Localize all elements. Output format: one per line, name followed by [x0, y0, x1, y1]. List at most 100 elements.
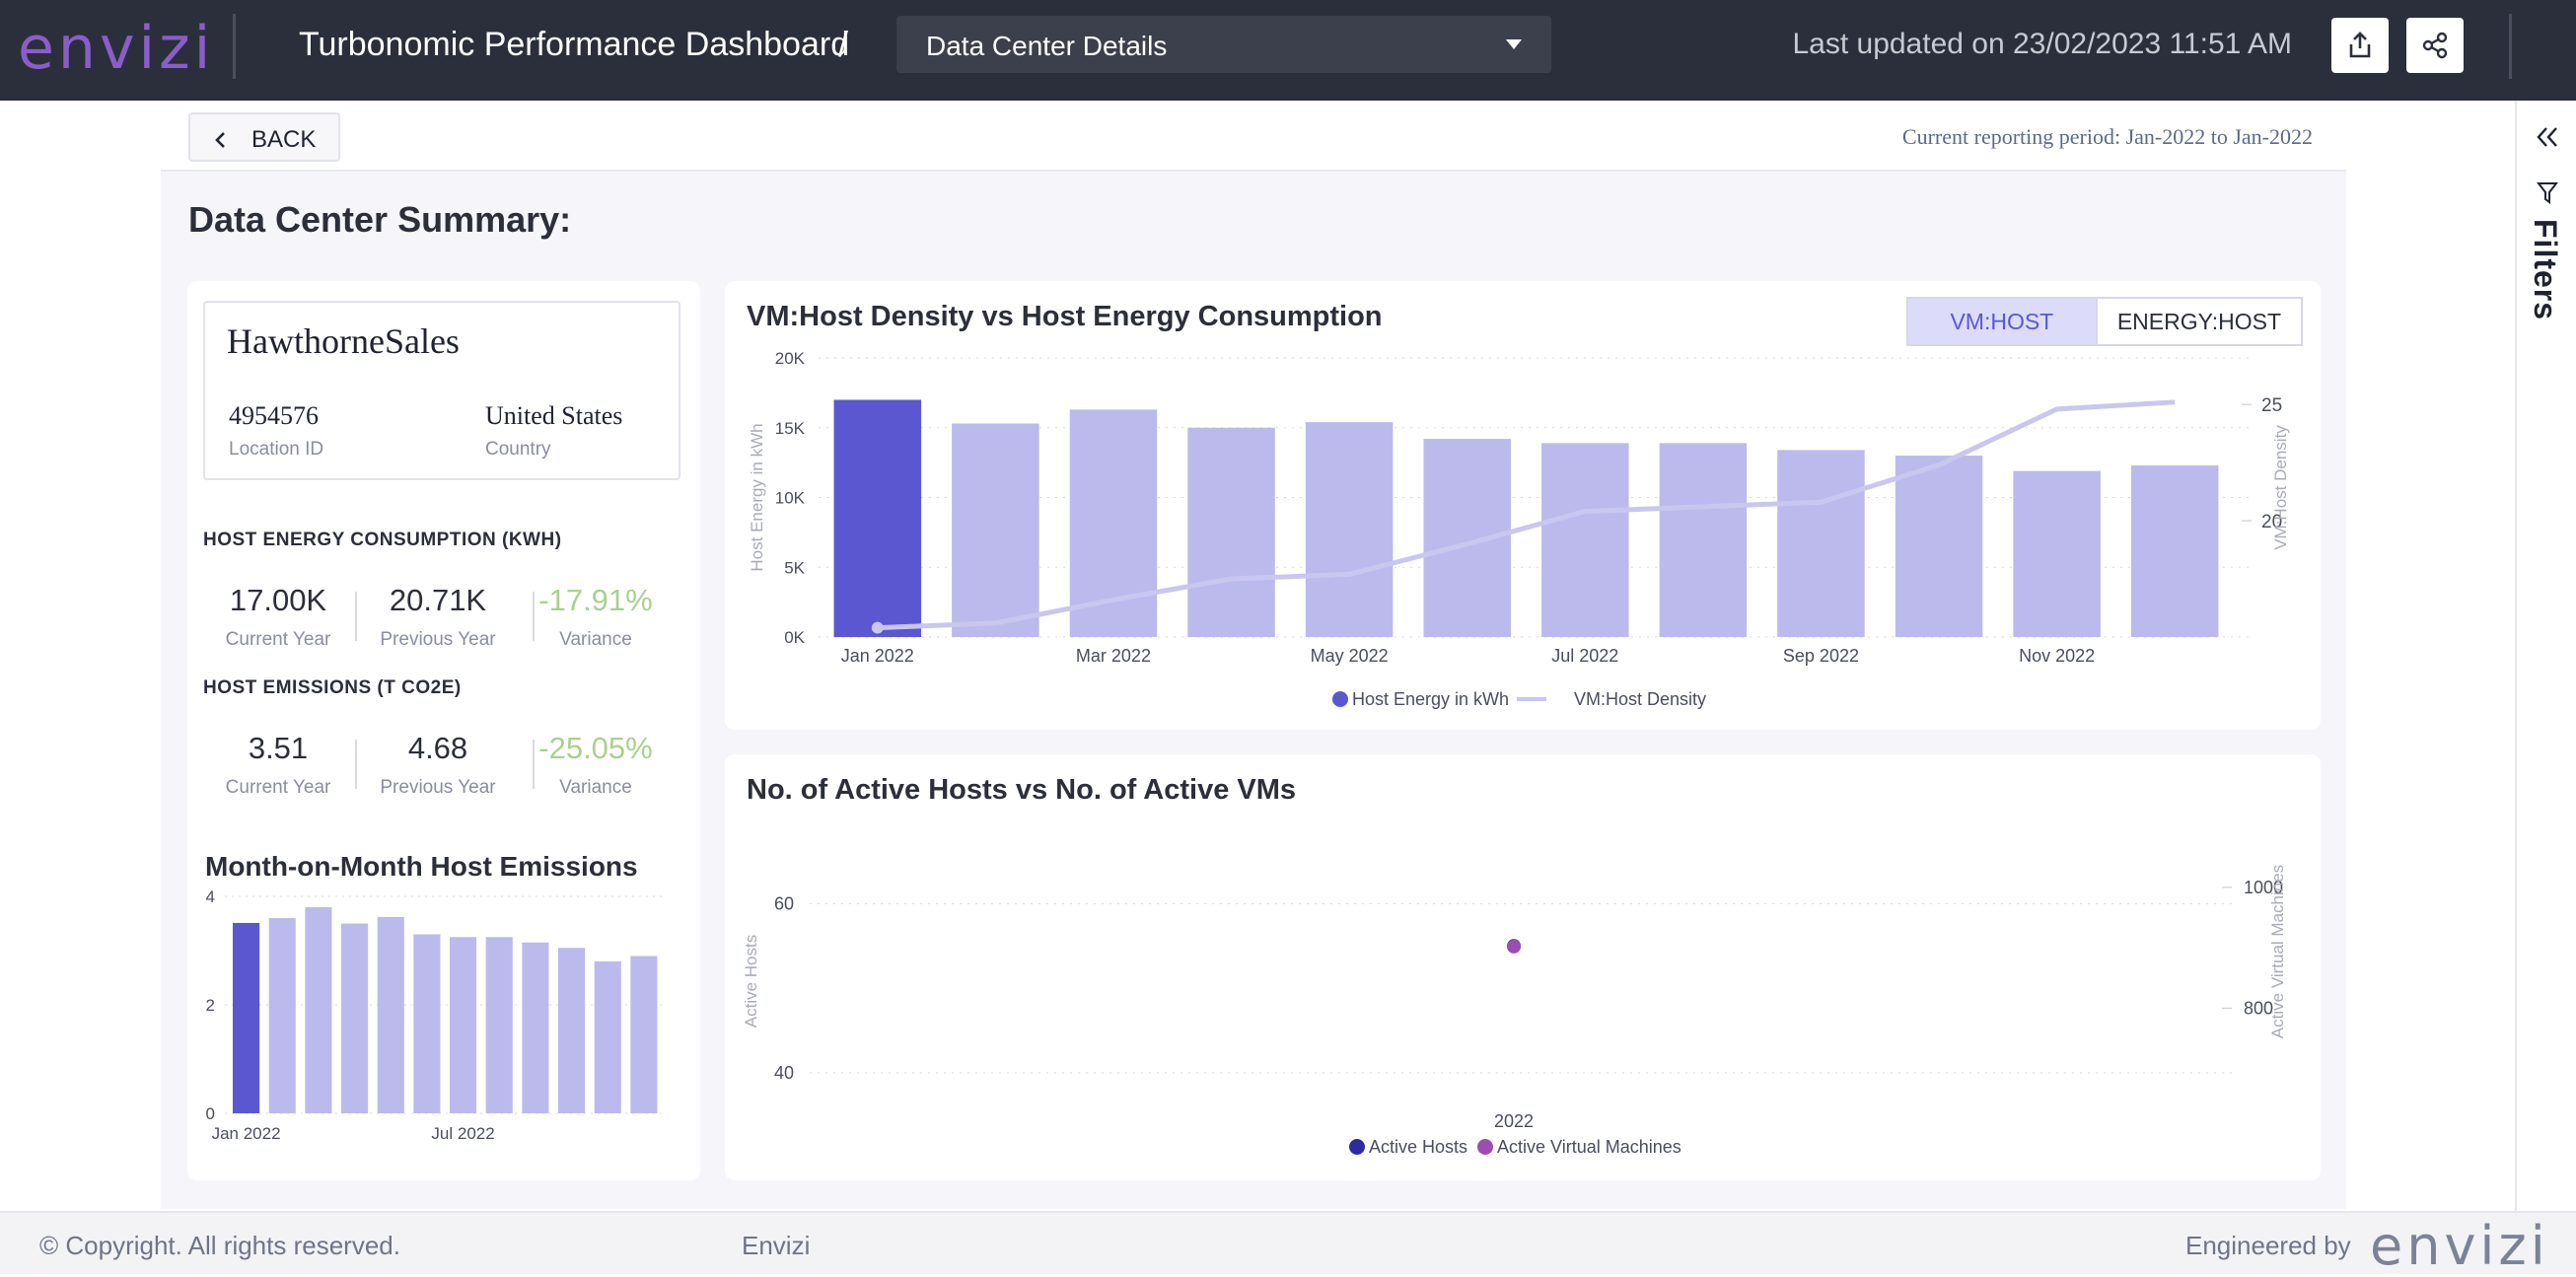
energy-bar-aug-2022 — [1659, 443, 1748, 637]
y-tick-label: 2 — [206, 996, 215, 1015]
energy-current-label: Current Year — [225, 629, 331, 650]
y-tick-label: 15K — [775, 419, 806, 438]
x-tick-label: May 2022 — [1311, 646, 1389, 666]
back-button[interactable]: BACK — [188, 112, 340, 162]
energy-bar-may-2022 — [1305, 422, 1394, 637]
bar-sep-2022 — [522, 942, 549, 1113]
app-title: Turbonomic Performance Dashboard — [299, 26, 850, 63]
x-tick-label: Jan 2022 — [841, 646, 914, 666]
copyright-text: © Copyright. All rights reserved. — [39, 1231, 400, 1260]
x-tick-label: Mar 2022 — [1076, 646, 1151, 666]
page-selector-value: Data Center Details — [926, 31, 1168, 61]
envizi-logo[interactable]: envizi — [18, 14, 214, 83]
section-title: Data Center Summary: — [188, 199, 572, 240]
back-label: BACK — [251, 126, 317, 153]
y-axis-title: Active Hosts — [742, 935, 760, 1028]
last-updated-text: Last updated on 23/02/2023 11:51 AM — [1792, 28, 2292, 60]
bar-dec-2022 — [630, 956, 658, 1113]
bar-jun-2022 — [413, 934, 441, 1113]
energy-variance-label: Variance — [559, 629, 632, 650]
page-selector-dropdown[interactable]: Data Center Details — [896, 16, 1551, 73]
density-point-selected — [871, 621, 884, 634]
x-tick-label: Jul 2022 — [1551, 646, 1618, 666]
energy-bar-oct-2022 — [1895, 456, 1983, 637]
export-button[interactable] — [2331, 18, 2389, 73]
kpi-divider — [355, 592, 357, 641]
location-id-value: 4954576 — [229, 401, 319, 430]
energy-bar-sep-2022 — [1777, 450, 1865, 637]
monthly-emissions-chart[interactable]: 0 2 4 Jan 2022 Jul 2022 — [187, 885, 700, 1180]
header-divider-right — [2509, 14, 2512, 79]
emissions-variance-value: -25.05% — [538, 731, 653, 765]
breadcrumb-separator: / — [838, 24, 849, 64]
emissions-previous-value: 4.68 — [407, 731, 468, 765]
kpi-divider — [355, 740, 357, 789]
bar-oct-2022 — [558, 948, 586, 1113]
location-id-label: Location ID — [229, 439, 324, 460]
bar-jul-2022 — [450, 937, 477, 1113]
location-name: HawthorneSales — [227, 321, 460, 361]
energy-bar-dec-2022 — [2130, 464, 2219, 637]
footer: © Copyright. All rights reserved. Envizi… — [0, 1211, 2576, 1277]
filters-label: Filters — [2528, 219, 2563, 321]
emissions-current-label: Current Year — [225, 777, 331, 798]
energy-bar-jan-2022 — [833, 399, 922, 637]
funnel-icon — [2537, 182, 2558, 204]
bar-aug-2022 — [485, 937, 513, 1113]
legend-active-hosts-swatch — [1349, 1139, 1365, 1155]
hosts-vms-chart[interactable]: 406080010002022Active Hosts Active Virtua… — [725, 754, 2321, 1180]
chevron-left-icon — [215, 132, 225, 148]
y-tick-label: 40 — [774, 1063, 794, 1083]
x-tick-label: Nov 2022 — [2019, 646, 2095, 666]
energy-bar-feb-2022 — [952, 423, 1039, 637]
legend-density-label: VM:Host Density — [1574, 689, 1706, 709]
double-chevron-left-icon[interactable] — [2535, 124, 2560, 150]
energy-previous-value: 20.71K — [389, 583, 487, 617]
y-tick-label: 0K — [784, 628, 805, 647]
emissions-current-value: 3.51 — [248, 731, 309, 765]
share-button[interactable] — [2406, 18, 2464, 73]
export-icon — [2349, 32, 2371, 58]
emissions-previous-label: Previous Year — [380, 777, 496, 798]
footer-envizi-logo: envizi — [2370, 1215, 2549, 1277]
energy-current-value: 17.00K — [229, 583, 327, 617]
bar-feb-2022 — [268, 918, 296, 1113]
energy-kpi-title: HOST ENERGY CONSUMPTION (KWH) — [203, 530, 562, 550]
bar-apr-2022 — [341, 923, 369, 1113]
x-tick-label: Jan 2022 — [212, 1124, 281, 1143]
legend-active-vms-label: Active Virtual Machines — [1497, 1137, 1682, 1157]
y-tick-label: 5K — [784, 558, 805, 577]
x-tick-label: Jul 2022 — [431, 1124, 494, 1143]
legend-active-hosts-label: Active Hosts — [1369, 1137, 1467, 1157]
y2-tick-label: 25 — [2261, 395, 2282, 416]
location-info: HawthorneSales 4954576 Location ID Unite… — [203, 301, 680, 480]
country-label: Country — [485, 439, 551, 460]
footer-brand: Envizi — [742, 1231, 811, 1260]
active-vms-point — [1507, 939, 1521, 954]
y-tick-label: 4 — [206, 887, 215, 906]
reporting-period: Current reporting period: Jan-2022 to Ja… — [1901, 124, 2313, 149]
top-bar: envizi Turbonomic Performance Dashboard … — [0, 0, 2576, 101]
energy-variance-value: -17.91% — [538, 583, 653, 617]
energy-bar-jul-2022 — [1541, 443, 1629, 637]
legend-active-vms-swatch — [1477, 1139, 1493, 1155]
header-divider — [233, 14, 236, 79]
bar-jan-2022 — [233, 922, 260, 1113]
filters-pane[interactable]: Filters — [2515, 101, 2576, 1211]
legend-host-energy-swatch — [1332, 691, 1348, 707]
bar-nov-2022 — [594, 961, 621, 1113]
energy-bar-nov-2022 — [2013, 470, 2101, 637]
density-energy-card: VM:Host Density vs Host Energy Consumpti… — [725, 281, 2321, 730]
emissions-kpi-title: HOST EMISSIONS (T CO2E) — [203, 677, 462, 698]
density-energy-chart[interactable]: 0K5K10K15K20K2025Jan 2022 Mar 2022 May 202… — [725, 281, 2321, 730]
monthly-emissions-title: Month-on-Month Host Emissions — [205, 851, 638, 882]
engineered-by-text: Engineered by — [2185, 1231, 2351, 1260]
y-tick-label: 10K — [775, 489, 806, 508]
y-tick-label: 60 — [774, 893, 794, 913]
summary-card: HawthorneSales 4954576 Location ID Unite… — [187, 281, 700, 1180]
y-axis-title: Host Energy in kWh — [748, 423, 766, 571]
bar-mar-2022 — [305, 907, 332, 1113]
emissions-variance-label: Variance — [559, 777, 632, 798]
report-toolbar: BACK Current reporting period: Jan-2022 … — [161, 101, 2346, 172]
x-tick-label: Sep 2022 — [1783, 646, 1859, 666]
